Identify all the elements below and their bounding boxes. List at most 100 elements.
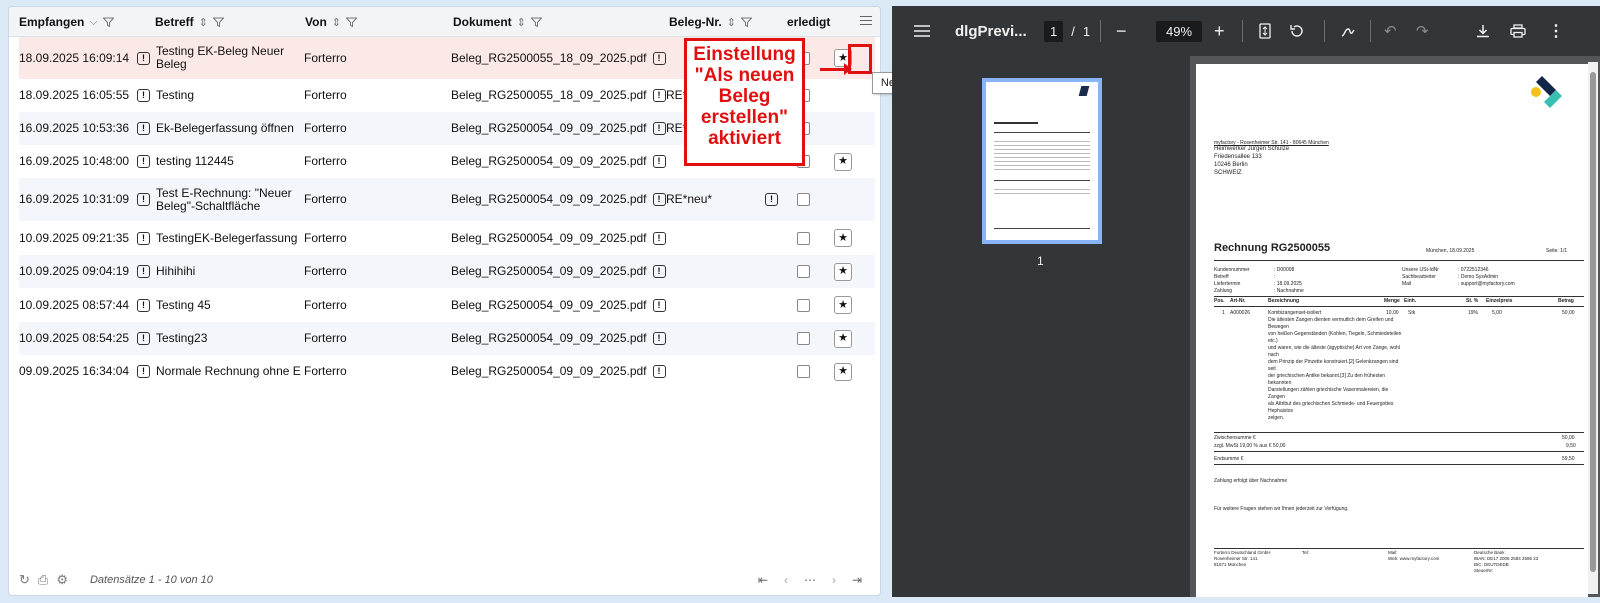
filter-icon[interactable] [346, 17, 357, 28]
cell-subject: ! Testing23 [137, 322, 207, 355]
filter-icon[interactable] [530, 17, 542, 28]
info-icon[interactable]: ! [137, 155, 150, 168]
document-link[interactable]: Beleg_RG2500054_09_09_2025.pdf [451, 365, 647, 378]
info-icon[interactable]: ! [652, 155, 666, 168]
done-checkbox[interactable] [797, 332, 810, 345]
info-icon[interactable]: ! [765, 193, 778, 206]
new-voucher-star-button[interactable]: ★ [834, 229, 852, 247]
table-row[interactable]: 10.09.2025 08:57:44 ! Testing 45 Forterro… [19, 288, 875, 322]
page-thumbnail[interactable] [982, 78, 1102, 244]
next-page-icon[interactable]: › [832, 573, 836, 587]
column-menu-icon[interactable] [860, 16, 872, 28]
zoom-input[interactable]: 49% [1156, 20, 1203, 42]
first-page-icon[interactable]: ⇤ [758, 573, 768, 587]
document-link[interactable]: Beleg_RG2500054_09_09_2025.pdf [451, 122, 647, 135]
info-icon[interactable]: ! [652, 298, 666, 312]
info-icon[interactable]: ! [652, 193, 666, 206]
rotate-icon[interactable] [1289, 6, 1305, 56]
cell-date: 10.09.2025 08:54:25 [19, 331, 130, 345]
new-voucher-star-button[interactable]: ★ [834, 329, 852, 348]
print-icon[interactable]: ⎙ [38, 572, 48, 588]
col-header-empfangen[interactable]: Empfangen ⌵ [19, 7, 114, 37]
done-checkbox[interactable] [797, 298, 810, 312]
col-header-betreff[interactable]: Betreff ⇕ [155, 7, 224, 37]
more-pages-icon[interactable]: ⋯ [804, 573, 816, 587]
table-row[interactable]: 10.09.2025 09:21:35 ! TestingEK-Belegerfa… [19, 221, 875, 255]
scrollbar-thumb[interactable] [1590, 72, 1596, 572]
sort-icon[interactable]: ⇕ [199, 16, 208, 29]
sort-icon[interactable]: ⇕ [332, 16, 341, 29]
done-checkbox[interactable] [797, 265, 810, 278]
col-header-erledigt[interactable]: erledigt [787, 7, 830, 37]
filter-icon[interactable] [212, 17, 224, 28]
info-icon[interactable]: ! [652, 89, 666, 102]
done-checkbox[interactable] [797, 365, 810, 378]
invoice-heading: Rechnung RG2500055 [1214, 242, 1331, 254]
pdf-scrollbar[interactable] [1588, 62, 1598, 594]
undo-icon[interactable]: ↶ [1384, 6, 1397, 56]
info-icon[interactable]: ! [652, 332, 666, 345]
col-header-beleg-nr[interactable]: Beleg-Nr. ⇕ [669, 7, 752, 37]
info-icon[interactable]: ! [137, 231, 150, 245]
prev-page-icon[interactable]: ‹ [784, 573, 788, 587]
info-icon[interactable]: ! [137, 193, 150, 206]
table-head: Bezeichnung [1268, 298, 1300, 304]
gear-icon[interactable]: ⚙ [56, 572, 68, 588]
page-number-input[interactable]: 1 [1044, 20, 1064, 42]
fit-page-icon[interactable] [1259, 6, 1271, 56]
col-header-von[interactable]: Von ⇕ [305, 7, 357, 37]
menu-icon[interactable] [914, 6, 930, 56]
table-row[interactable]: 10.09.2025 08:54:25 ! Testing23 Forterro … [19, 322, 875, 355]
col-header-dokument[interactable]: Dokument ⇕ [453, 7, 542, 37]
subject-text: Hihihihi [156, 264, 196, 278]
print-icon[interactable] [1510, 6, 1526, 56]
last-page-icon[interactable]: ⇥ [852, 573, 862, 587]
table-row[interactable]: 10.09.2025 09:04:19 ! Hihihihi Forterro B… [19, 255, 875, 288]
document-link[interactable]: Beleg_RG2500054_09_09_2025.pdf [451, 231, 647, 245]
annotate-pen-icon[interactable] [1340, 6, 1356, 56]
recipient-line: SCHWEIZ [1214, 170, 1242, 176]
info-icon[interactable]: ! [137, 89, 150, 102]
info-icon[interactable]: ! [652, 231, 666, 245]
info-icon[interactable]: ! [652, 365, 666, 378]
info-icon[interactable]: ! [652, 265, 666, 278]
new-voucher-star-button[interactable]: ★ [834, 262, 852, 281]
document-link[interactable]: Beleg_RG2500054_09_09_2025.pdf [451, 265, 647, 278]
done-checkbox[interactable] [797, 193, 810, 206]
document-link[interactable]: Beleg_RG2500055_18_09_2025.pdf [451, 51, 647, 65]
done-checkbox[interactable] [797, 231, 810, 245]
info-icon[interactable]: ! [137, 51, 150, 65]
info-icon[interactable]: ! [652, 51, 666, 65]
zoom-out-icon[interactable]: − [1116, 6, 1127, 56]
cell-date: 16.09.2025 10:53:36 [19, 121, 130, 135]
zoom-in-icon[interactable]: + [1214, 6, 1225, 56]
info-icon[interactable]: ! [137, 332, 150, 345]
footer-bank: Deutsche Bank IBAN: DE17 2005 2584 2586 … [1474, 550, 1538, 574]
new-voucher-star-button[interactable]: ★ [834, 152, 852, 171]
document-link[interactable]: Beleg_RG2500055_18_09_2025.pdf [451, 89, 647, 102]
document-link[interactable]: Beleg_RG2500054_09_09_2025.pdf [451, 193, 647, 206]
document-link[interactable]: Beleg_RG2500054_09_09_2025.pdf [451, 332, 647, 345]
document-link[interactable]: Beleg_RG2500054_09_09_2025.pdf [451, 298, 647, 312]
redo-icon[interactable]: ↷ [1416, 6, 1429, 56]
info-icon[interactable]: ! [137, 122, 150, 135]
sort-desc-icon[interactable]: ⌵ [89, 16, 97, 29]
filter-icon[interactable] [740, 17, 752, 28]
document-link[interactable]: Beleg_RG2500054_09_09_2025.pdf [451, 155, 647, 168]
sort-icon[interactable]: ⇕ [517, 16, 526, 29]
new-voucher-star-button[interactable]: ★ [834, 362, 852, 381]
refresh-icon[interactable]: ↻ [19, 572, 30, 588]
table-row[interactable]: 09.09.2025 16:34:04 ! Normale Rechnung oh… [19, 355, 875, 388]
info-icon[interactable]: ! [652, 122, 666, 135]
filter-icon[interactable] [102, 17, 114, 28]
sort-icon[interactable]: ⇕ [727, 16, 736, 29]
col-label-beleg-nr: Beleg-Nr. [669, 15, 722, 29]
new-voucher-star-button[interactable]: ★ [834, 296, 852, 314]
table-row[interactable]: 16.09.2025 10:31:09 ! Test E-Rechnung: "N… [19, 178, 875, 221]
info-icon[interactable]: ! [137, 265, 150, 278]
more-options-icon[interactable]: ⋮ [1548, 6, 1564, 56]
download-icon[interactable] [1476, 6, 1490, 56]
info-icon[interactable]: ! [137, 298, 150, 312]
info-icon[interactable]: ! [137, 365, 150, 378]
item-pos: 1 [1222, 310, 1225, 316]
